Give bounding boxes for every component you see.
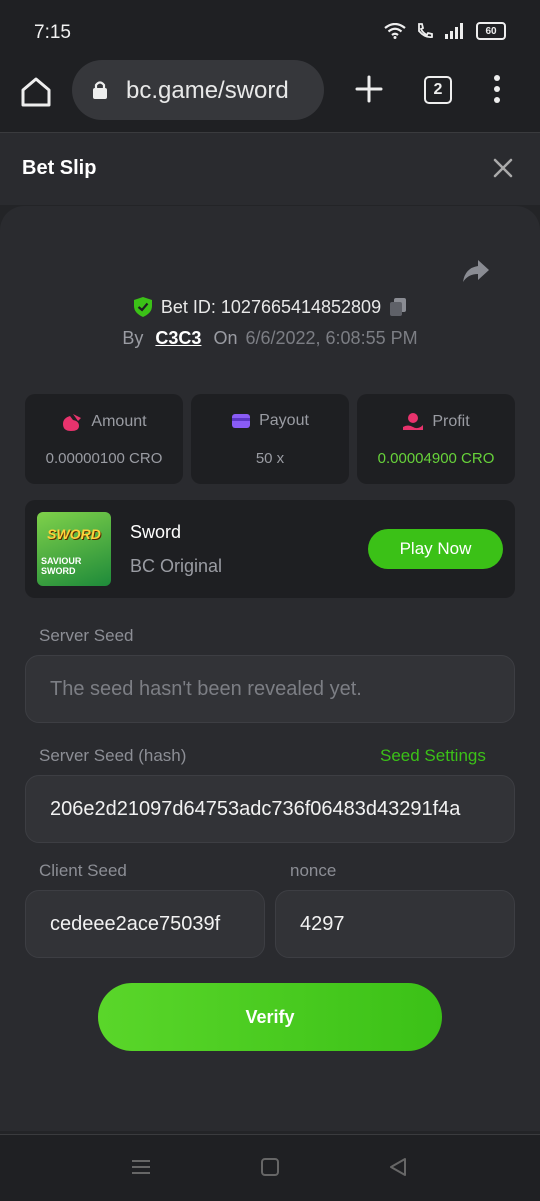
server-seed-hash-label: Server Seed (hash)	[39, 746, 187, 765]
thumbnail-subtitle: SAVIOUR SWORD	[41, 556, 82, 576]
bet-author-row: By C3C3 On 6/6/2022, 6:08:55 PM	[0, 328, 540, 349]
tab-switcher-button[interactable]: 2	[424, 76, 452, 104]
payout-value: 50 x	[255, 450, 285, 467]
nonce-value: 4297	[300, 913, 345, 935]
bet-id: Bet ID: 1027665414852809	[160, 296, 382, 317]
profit-icon	[403, 413, 424, 430]
profit-label: Profit	[432, 413, 470, 430]
play-now-button[interactable]: Play Now	[368, 529, 503, 569]
status-bar: 7:15 60	[0, 0, 540, 60]
new-tab-icon[interactable]	[354, 74, 384, 104]
browser-toolbar: bc.game/sword 2	[0, 60, 540, 133]
payout-label: Payout	[259, 412, 309, 429]
status-icons: 60	[384, 22, 506, 40]
bet-date: 6/6/2022, 6:08:55 PM	[245, 328, 418, 348]
server-seed-label: Server Seed	[39, 626, 134, 645]
home-icon[interactable]	[18, 74, 54, 110]
amount-label: Amount	[91, 413, 147, 430]
game-name: Sword	[130, 522, 182, 542]
game-thumbnail[interactable]: SWORD SAVIOUR SWORD	[37, 512, 111, 586]
server-seed-hash-field[interactable]: 206e2d21097d64753adc736f06483d43291f4a	[25, 775, 515, 843]
client-seed-value: cedeee2ace75039f	[50, 913, 221, 935]
username-link[interactable]: C3C3	[155, 328, 201, 348]
nonce-label: nonce	[290, 861, 337, 880]
wifi-icon	[384, 23, 406, 39]
address-bar[interactable]: bc.game/sword	[72, 60, 324, 120]
back-icon[interactable]	[388, 1157, 408, 1177]
bet-slip-header: Bet Slip	[0, 133, 540, 205]
recent-apps-icon[interactable]	[131, 1157, 151, 1177]
profit-box: Profit 0.00004900 CRO	[357, 394, 515, 484]
money-bag-icon	[63, 414, 82, 431]
battery-icon: 60	[476, 22, 506, 40]
lock-icon	[93, 81, 107, 99]
status-time: 7:15	[34, 22, 71, 43]
share-icon[interactable]	[462, 258, 490, 284]
server-seed-value: The seed hasn't been revealed yet.	[50, 678, 362, 700]
wifi-call-icon	[418, 23, 433, 39]
copy-icon[interactable]	[389, 297, 407, 317]
client-seed-label: Client Seed	[39, 861, 127, 880]
verified-shield-icon	[133, 297, 152, 317]
by-label: By	[122, 328, 144, 348]
server-seed-hash-value: 206e2d21097d64753adc736f06483d43291f4a	[50, 798, 461, 820]
home-nav-icon[interactable]	[260, 1157, 280, 1177]
client-seed-field[interactable]: cedeee2ace75039f	[25, 890, 265, 958]
system-navigation-bar	[0, 1134, 540, 1201]
payout-box: Payout 50 x	[191, 394, 349, 484]
seed-settings-link[interactable]: Seed Settings	[380, 746, 486, 766]
url-text: bc.game/sword	[126, 77, 289, 104]
amount-value: 0.00000100 CRO	[45, 450, 163, 467]
amount-box: Amount 0.00000100 CRO	[25, 394, 183, 484]
thumbnail-title: SWORD	[47, 526, 101, 542]
wallet-icon	[232, 414, 251, 428]
bet-detail-card: Bet ID: 1027665414852809 By C3C3 On 6/6/202…	[0, 206, 540, 1131]
close-icon[interactable]	[492, 157, 514, 179]
game-provider: BC Original	[130, 556, 223, 576]
on-label: On	[213, 328, 238, 348]
bet-id-row: Bet ID: 1027665414852809	[0, 296, 540, 323]
nonce-field[interactable]: 4297	[275, 890, 515, 958]
signal-icon	[445, 23, 463, 39]
profit-value: 0.00004900 CRO	[377, 450, 495, 467]
server-seed-field[interactable]: The seed hasn't been revealed yet.	[25, 655, 515, 723]
more-options-icon[interactable]	[490, 74, 504, 104]
game-card: SWORD SAVIOUR SWORD Sword BC Original Pl…	[25, 500, 515, 598]
bet-slip-title: Bet Slip	[22, 157, 97, 179]
verify-button[interactable]: Verify	[98, 983, 442, 1051]
